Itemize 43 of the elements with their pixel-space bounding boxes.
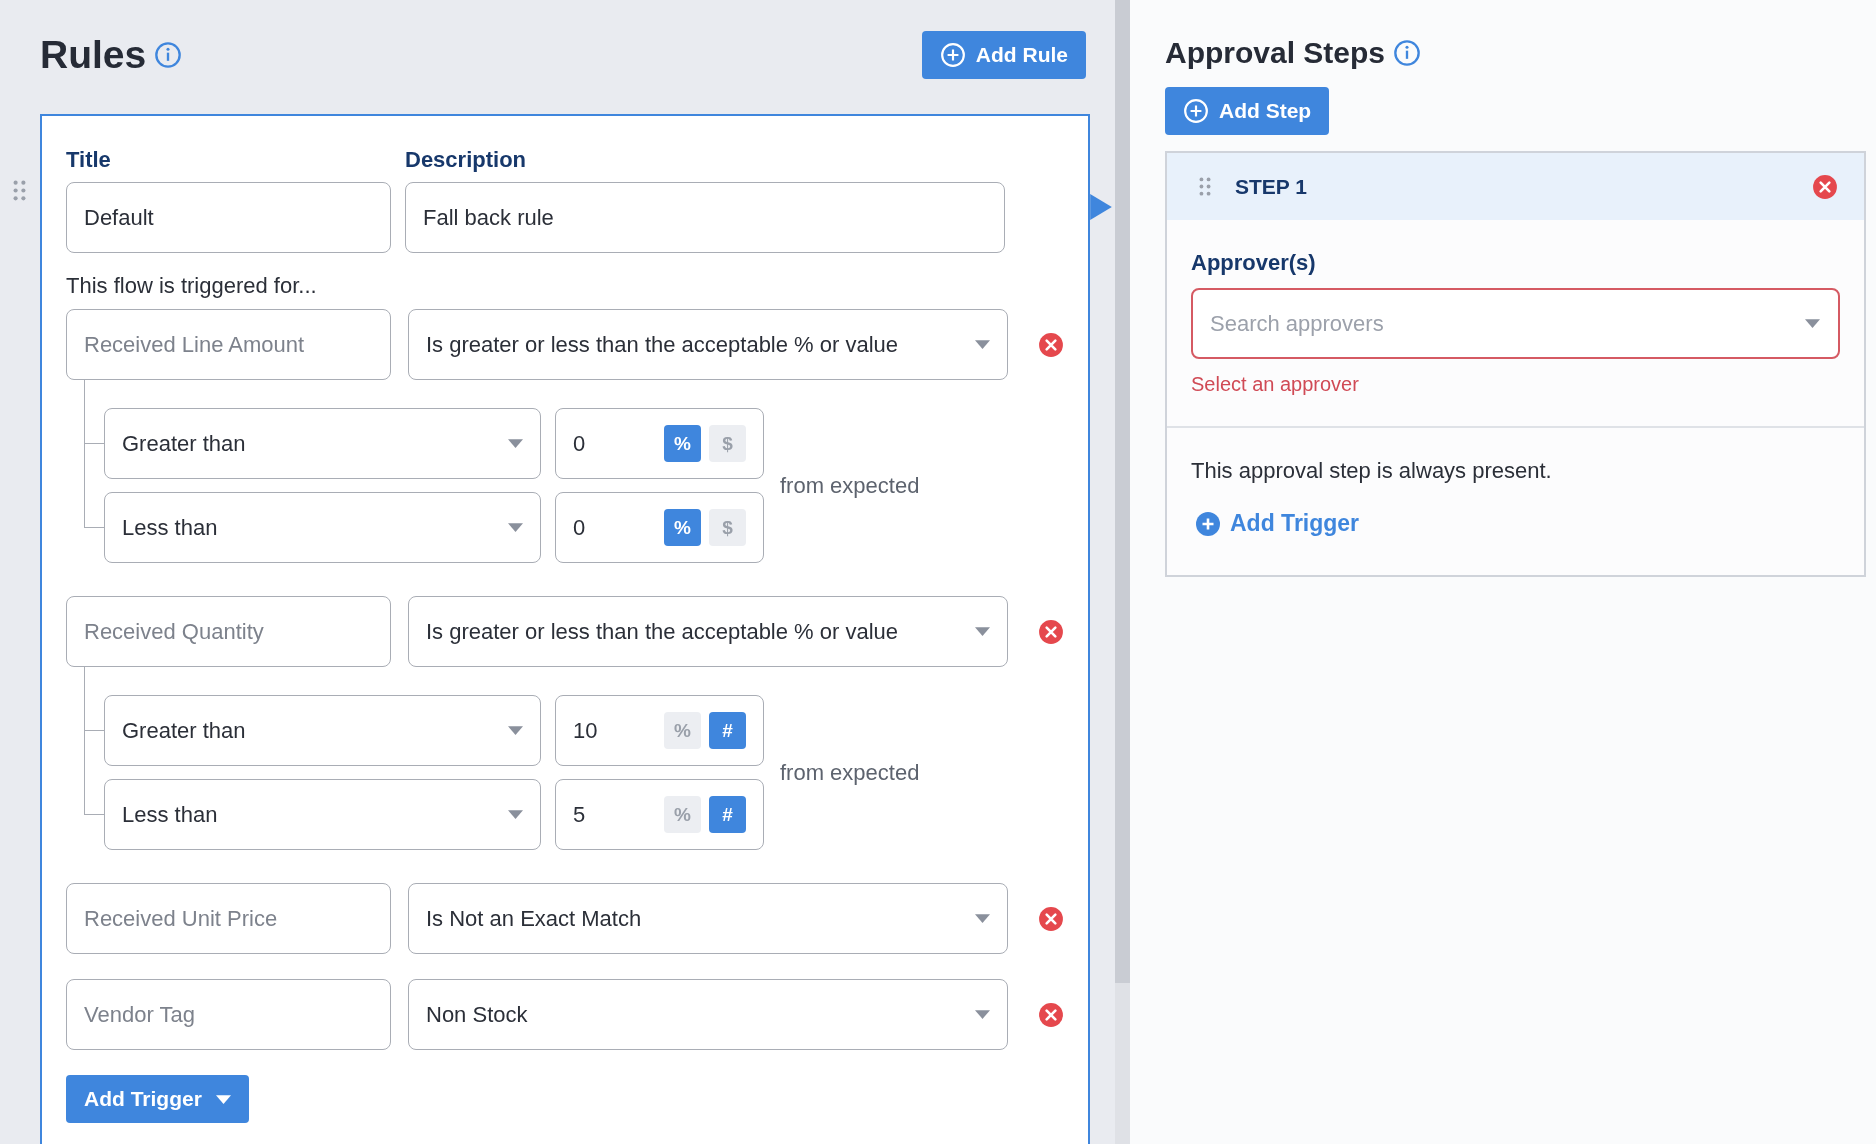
suffix-text: from expected	[780, 472, 920, 499]
trigger-intro-text: This flow is triggered for...	[66, 273, 318, 299]
caret-icon	[975, 627, 990, 636]
remove-icon[interactable]	[1038, 331, 1064, 358]
caret-icon	[508, 810, 523, 819]
title-label: Title	[66, 147, 112, 173]
drag-handle-icon[interactable]	[1199, 177, 1211, 196]
caret-icon	[975, 1010, 990, 1019]
plus-icon	[1183, 98, 1209, 124]
caret-icon	[508, 523, 523, 532]
step-header[interactable]: STEP 1	[1167, 153, 1864, 220]
info-icon[interactable]	[154, 41, 183, 69]
scrollbar-thumb[interactable]	[1115, 0, 1130, 983]
caret-icon	[508, 439, 523, 448]
caret-icon	[215, 1094, 231, 1104]
add-trigger-link[interactable]: Add Trigger	[1196, 510, 1360, 537]
add-trigger-button[interactable]: Add Trigger	[66, 1075, 249, 1123]
remove-icon[interactable]	[1038, 1001, 1064, 1028]
remove-icon[interactable]	[1038, 905, 1064, 932]
caret-icon	[975, 340, 990, 349]
suffix-text: from expected	[780, 759, 920, 786]
page-title: Rules	[40, 33, 147, 77]
approver-search-field[interactable]: Search approvers	[1191, 288, 1840, 359]
pointer-icon	[1090, 194, 1112, 220]
description-input[interactable]: Fall back rule	[405, 182, 1005, 253]
add-rule-button[interactable]: Add Rule	[921, 31, 1086, 79]
step-title: STEP 1	[1235, 174, 1307, 199]
approvers-label: Approver(s)	[1191, 250, 1317, 276]
info-icon[interactable]	[1393, 39, 1422, 67]
caret-icon	[508, 726, 523, 735]
step-note: This approval step is always present.	[1191, 458, 1552, 484]
plus-icon	[1196, 511, 1220, 536]
add-step-button[interactable]: Add Step	[1165, 87, 1330, 135]
title-input[interactable]: Default	[66, 182, 391, 253]
plus-icon	[939, 42, 966, 68]
error-message: Select an approver	[1191, 373, 1360, 396]
section-title: Approval Steps	[1165, 36, 1386, 70]
remove-icon[interactable]	[1812, 173, 1838, 200]
description-label: Description	[405, 147, 528, 173]
caret-icon	[1805, 319, 1820, 328]
remove-icon[interactable]	[1038, 618, 1064, 645]
caret-icon	[975, 914, 990, 923]
drag-handle-icon[interactable]	[13, 180, 26, 201]
